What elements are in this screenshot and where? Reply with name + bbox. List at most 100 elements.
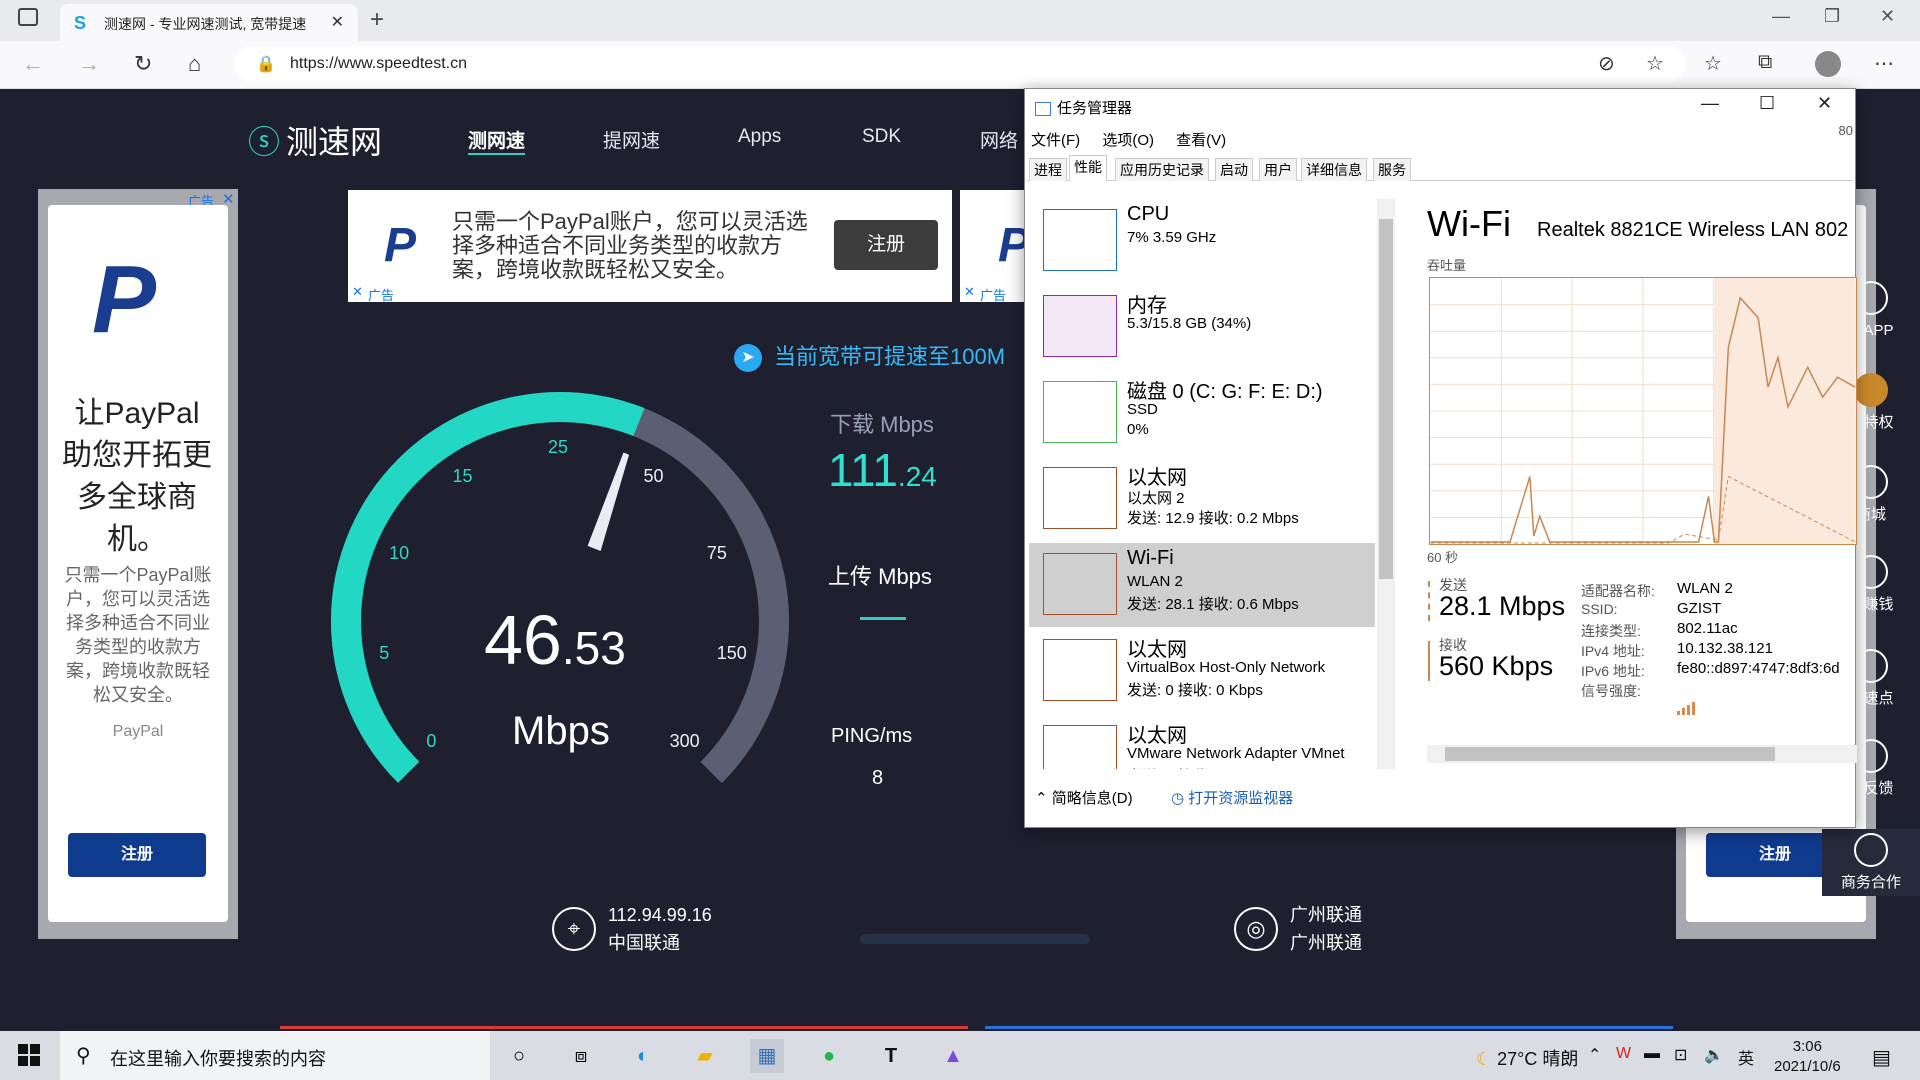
battery-icon[interactable]: ▬: [1644, 1045, 1660, 1063]
search-placeholder[interactable]: 在这里输入你要搜索的内容: [110, 1045, 326, 1071]
menu-view[interactable]: 查看(V): [1176, 132, 1226, 149]
gauge-tick-label: 50: [643, 465, 664, 486]
nav-speed-test[interactable]: 测网速: [468, 126, 526, 155]
volume-icon[interactable]: 🔈: [1704, 1045, 1724, 1065]
top-ad[interactable]: P 只需一个PayPal账户，您可以灵活选择多种适合不同业务类型的收款方案，跨境…: [348, 190, 952, 303]
menu-options[interactable]: 选项(O): [1102, 132, 1154, 149]
cortana-icon[interactable]: ○: [502, 1039, 536, 1073]
back-icon[interactable]: ←: [22, 51, 44, 77]
resource-thumbnail-graph: [1043, 209, 1117, 271]
nav-network[interactable]: 网络: [980, 126, 1018, 153]
ime-indicator[interactable]: 英: [1738, 1045, 1754, 1069]
tab-startup[interactable]: 启动: [1215, 158, 1253, 181]
property-value: fe80::d897:4747:8df3:6d: [1677, 660, 1840, 677]
tracking-icon[interactable]: ⊘: [1598, 51, 1615, 76]
tm-close-icon[interactable]: ✕: [1817, 93, 1832, 114]
tab-app-history[interactable]: 应用历史记录: [1115, 158, 1209, 181]
resource-row[interactable]: 以太网VMware Network Adapter VMnet 发送: 0 接收:…: [1029, 715, 1375, 769]
refresh-icon[interactable]: ↻: [134, 51, 152, 77]
property-key: IPv4 地址:: [1581, 643, 1645, 659]
task-view-icon[interactable]: ⧈: [564, 1039, 598, 1073]
forward-icon[interactable]: →: [78, 51, 100, 77]
tab-users[interactable]: 用户: [1259, 158, 1297, 181]
gauge-tick-label: 25: [548, 437, 569, 457]
divider-red: [280, 1026, 968, 1029]
url-text[interactable]: https://www.speedtest.cn: [290, 55, 467, 73]
detail-hscroll-thumb[interactable]: [1445, 747, 1775, 761]
resource-row[interactable]: Wi-Fi WLAN 2 发送: 28.1 接收: 0.6 Mbps: [1029, 543, 1375, 627]
browser-tab[interactable]: S 测速网 - 专业网速测试, 宽带提速 ✕: [60, 4, 358, 41]
ad-close-icon[interactable]: ✕: [964, 284, 975, 300]
home-icon[interactable]: ⌂: [188, 51, 201, 77]
property-key: 适配器名称:: [1581, 583, 1655, 599]
nav-boost[interactable]: 提网速: [603, 126, 660, 153]
menu-file[interactable]: 文件(F): [1031, 132, 1080, 149]
minimize-icon[interactable]: —: [1772, 6, 1790, 27]
resource-row[interactable]: CPU 7% 3.59 GHz: [1029, 199, 1375, 283]
browser-tabstrip: S 测速网 - 专业网速测试, 宽带提速 ✕ + — ❐ ✕: [0, 0, 1920, 41]
wechat-icon[interactable]: ●: [812, 1039, 846, 1073]
new-tab-icon[interactable]: +: [370, 6, 384, 34]
more-icon[interactable]: ⋯: [1874, 51, 1894, 76]
tm-list-scroll-thumb[interactable]: [1379, 219, 1393, 579]
collections-icon[interactable]: ⧉: [1758, 51, 1772, 74]
taskbar-search[interactable]: ⚲ 在这里输入你要搜索的内容: [60, 1031, 490, 1080]
tab-actions-icon[interactable]: [18, 8, 38, 26]
tab-performance[interactable]: 性能: [1069, 155, 1107, 181]
edge-icon[interactable]: ◐: [626, 1039, 660, 1073]
wps-icon[interactable]: W: [1616, 1045, 1631, 1063]
resource-monitor-link[interactable]: ◷ 打开资源监视器: [1171, 787, 1293, 808]
nav-apps[interactable]: Apps: [738, 126, 781, 148]
app-icon[interactable]: ▲: [936, 1039, 970, 1073]
maximize-icon[interactable]: ❐: [1824, 6, 1840, 27]
left-ad-register-button[interactable]: 注册: [68, 833, 206, 877]
gauge-value: 46.53: [484, 600, 626, 680]
resource-row[interactable]: 以太网 以太网 2 发送: 12.9 接收: 0.2 Mbps: [1029, 457, 1375, 541]
tab-processes[interactable]: 进程: [1029, 158, 1067, 181]
side-label: 商城: [1855, 506, 1886, 523]
resource-row[interactable]: 内存 5.3/15.8 GB (34%): [1029, 285, 1375, 369]
boost-banner[interactable]: ➤ 当前宽带可提速至100M: [734, 339, 1005, 373]
resource-detail: 发送: 0 接收: 0 Kbps: [1127, 765, 1263, 769]
nav-sdk[interactable]: SDK: [862, 126, 901, 148]
resource-thumbnail-graph: [1043, 381, 1117, 443]
left-ad[interactable]: P 让PayPal助您开拓更多全球商机。 只需一个PayPal账户，您可以灵活选…: [48, 205, 228, 922]
close-tab-icon[interactable]: ✕: [331, 12, 344, 32]
property-key: 连接类型:: [1581, 623, 1641, 639]
task-manager-taskbar-icon[interactable]: ▦: [750, 1039, 784, 1073]
resource-thumbnail-graph: [1043, 639, 1117, 701]
weather[interactable]: ☾ 27°C 晴朗: [1476, 1045, 1578, 1071]
site-logo[interactable]: ⓢ 测速网: [248, 117, 382, 163]
tab-details[interactable]: 详细信息: [1301, 158, 1367, 181]
address-bar[interactable]: 🔒 https://www.speedtest.cn: [234, 46, 1686, 82]
profile-avatar[interactable]: [1815, 51, 1841, 77]
tm-maximize-icon[interactable]: ☐: [1759, 93, 1775, 114]
top-ad-register-button[interactable]: 注册: [834, 220, 938, 270]
brief-info-button[interactable]: ⌃ 简略信息(D): [1035, 787, 1133, 808]
graph-time-span: 60 秒: [1427, 550, 1459, 565]
server-info[interactable]: 广州联通 广州联通: [1290, 901, 1362, 957]
resource-name: 以太网: [1127, 639, 1187, 661]
resource-row[interactable]: 以太网 VirtualBox Host-Only Network 发送: 0 接收:…: [1029, 629, 1375, 713]
lock-icon[interactable]: 🔒: [256, 54, 276, 74]
network-icon[interactable]: ⊡: [1674, 1045, 1687, 1065]
notifications-icon[interactable]: ▤: [1872, 1045, 1891, 1070]
ad-close-icon[interactable]: ✕: [352, 284, 363, 300]
close-window-icon[interactable]: ✕: [1880, 6, 1895, 27]
favorite-add-icon[interactable]: ☆: [1646, 51, 1664, 76]
tm-tabs: 进程 性能 应用历史记录 启动 用户 详细信息 服务: [1027, 155, 1853, 181]
clock[interactable]: 3:06 2021/10/6: [1774, 1037, 1841, 1077]
tm-minimize-icon[interactable]: —: [1701, 93, 1719, 114]
ping-label: PING/ms: [831, 725, 913, 747]
brief-info-label: 简略信息(D): [1051, 790, 1133, 807]
windows-start-icon[interactable]: [18, 1044, 40, 1066]
typora-icon[interactable]: T: [874, 1039, 908, 1073]
resource-row[interactable]: 磁盘 0 (C: G: F: E: D:) SSD 0%: [1029, 371, 1375, 455]
file-explorer-icon[interactable]: ▰: [688, 1039, 722, 1073]
tray-chevron-icon[interactable]: ⌃: [1588, 1045, 1601, 1065]
resource-detail: 发送: 12.9 接收: 0.2 Mbps: [1127, 510, 1299, 527]
tab-services[interactable]: 服务: [1373, 158, 1411, 181]
favorites-icon[interactable]: ☆: [1704, 51, 1722, 76]
side-business[interactable]: 商务合作: [1822, 829, 1920, 896]
logo-text: 测速网: [286, 124, 383, 160]
